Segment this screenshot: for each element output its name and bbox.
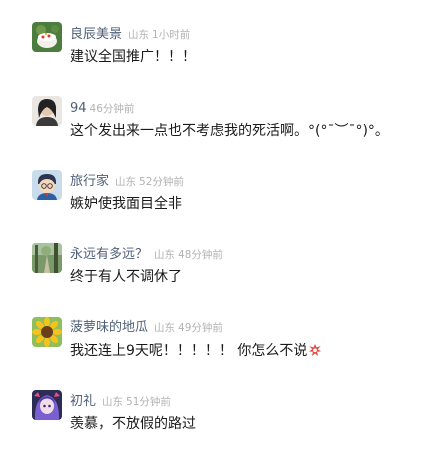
timestamp: 52分钟前 [139,176,184,188]
comment-text-row: 我还连上9天呢！！！！！ 你怎么不说 [70,341,322,361]
username[interactable]: 旅行家 [70,174,109,189]
comment-text: 这个发出来一点也不考虑我的死活啊。°(°¯︶¯°)°。 [70,123,389,139]
location-label: 山东 [115,176,137,188]
angry-emoji-icon [309,343,322,356]
username[interactable]: 永远有多远？ [70,247,148,262]
comment-text: 我还连上9天呢！！！！！ 你怎么不说 [70,343,308,359]
location-label: 山东 [154,322,176,334]
avatar[interactable] [32,96,62,126]
username[interactable]: 菠萝味的地瓜 [70,320,148,335]
cake-avatar-icon [32,22,62,52]
avatar[interactable] [32,390,62,420]
sunflower-avatar-icon [32,317,62,347]
comment-text: 建议全国推广！！！ [70,49,196,65]
username[interactable]: 良辰美景 [70,27,122,42]
timestamp: 1小时前 [152,29,191,41]
location-label: 山东 [128,29,150,41]
comment-text: 嫉妒使我面目全非 [70,196,182,212]
location-label: 山东 [154,249,176,261]
location-label: 山东 [102,396,124,408]
forest-path-avatar-icon [32,243,62,273]
timestamp: 51分钟前 [126,396,171,408]
username[interactable]: 94 [70,101,87,116]
timestamp: 49分钟前 [178,322,223,334]
comment-text: 羡慕，不放假的路过 [70,416,196,432]
cartoon-boy-avatar-icon [32,170,62,200]
username[interactable]: 初礼 [70,394,96,409]
avatar[interactable] [32,243,62,273]
timestamp: 48分钟前 [178,249,223,261]
timestamp: 46分钟前 [89,103,135,115]
comment-text: 终于有人不调休了 [70,269,182,285]
anime-character-avatar-icon [32,390,62,420]
avatar[interactable] [32,317,62,347]
avatar[interactable] [32,170,62,200]
portrait-avatar-icon [32,96,62,126]
avatar[interactable] [32,22,62,52]
